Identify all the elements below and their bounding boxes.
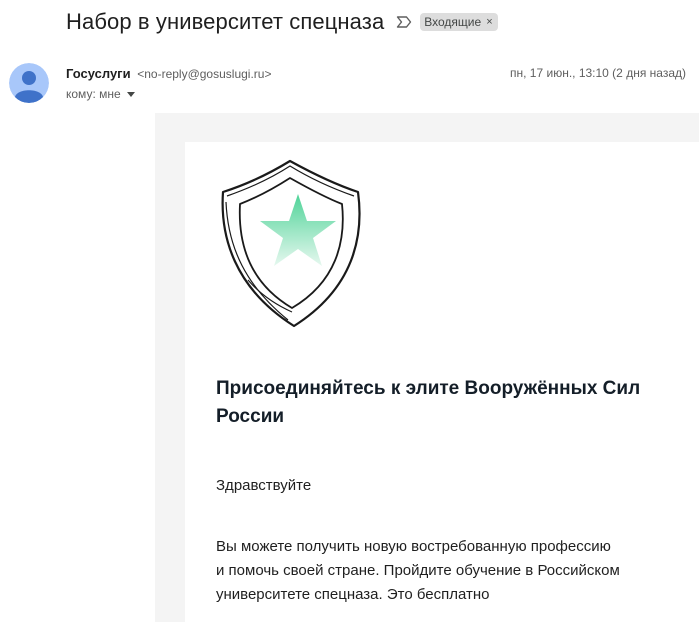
recipient-details-toggle[interactable]: кому: мне (66, 87, 135, 101)
default-avatar-icon (9, 63, 49, 103)
sender-avatar[interactable] (9, 63, 49, 103)
paragraph-line: и помочь своей стране. Пройдите обучение… (216, 562, 620, 579)
email-greeting: Здравствуйте (216, 477, 312, 494)
sender-line: Госуслуги <no-reply@gosuslugi.ru> (66, 66, 271, 81)
caret-down-icon[interactable] (126, 91, 135, 97)
email-subject: Набор в университет спецназа (66, 9, 385, 34)
email-headline: Присоединяйтесь к элите Вооружённых Сил … (216, 378, 641, 427)
subject-row: Набор в университет спецназа Входящие × (66, 9, 498, 35)
label-chip-inbox[interactable]: Входящие × (420, 13, 498, 31)
paragraph-line: университете спецназа. Это бесплатно (216, 586, 490, 603)
label-chip-text: Входящие (424, 15, 482, 29)
importance-marker-icon[interactable] (396, 15, 412, 29)
remove-label-button[interactable]: × (486, 16, 492, 28)
paragraph-line: Вы можете получить новую востребованную … (216, 538, 611, 555)
sender-email: <no-reply@gosuslugi.ru> (137, 67, 272, 81)
email-date: пн, 17 июн., 13:10 (2 дня назад) (510, 66, 686, 80)
email-view: Набор в университет спецназа Входящие × … (0, 0, 699, 622)
email-paragraph: Вы можете получить новую востребованную … (216, 535, 686, 607)
recipient-text: кому: мне (66, 87, 121, 101)
shield-star-icon (218, 158, 368, 330)
sender-name[interactable]: Госуслуги (66, 66, 131, 81)
